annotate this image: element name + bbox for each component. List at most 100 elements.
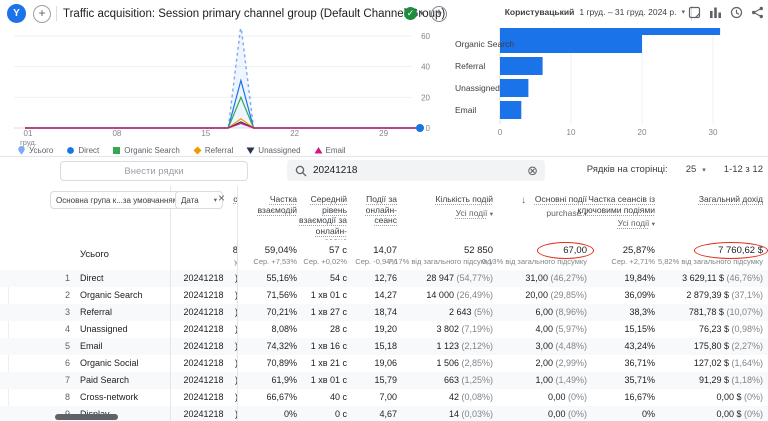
col-header-events-per-session[interactable]: Події за онлайн-сеанс <box>349 194 397 226</box>
charts-panel: 0 20 40 60 01 08 15 22 29 груд. 0 10 20 30 Organic Se… <box>0 28 768 156</box>
key-events-cell: 1,00 (1,49%) <box>535 375 587 385</box>
date-cell: 20241218 <box>183 409 224 419</box>
channel-cell: Referral <box>80 307 113 317</box>
search-field[interactable]: 20241218 ⊗ <box>287 160 545 181</box>
diamond-icon <box>193 146 202 154</box>
event-count-cell: 3 802 (7,19%) <box>436 324 493 334</box>
row-number: 5 <box>64 341 70 351</box>
col-header-engagement-rate[interactable]: Частка взаємодій <box>244 194 297 215</box>
date-range-label: 1 груд. – 31 груд. 2024 р. <box>579 7 677 17</box>
channel-cell: Email <box>80 341 103 351</box>
row-number: 6 <box>64 358 70 368</box>
chevron-down-icon: ▾ <box>681 9 685 16</box>
legend-item-усього[interactable]: Усього <box>17 145 53 155</box>
notes-icon[interactable] <box>688 6 701 19</box>
key-event-rate-cell: 0% <box>641 409 655 419</box>
table-row: 5 Email 20241218 ) 74,32% 1 хв 16 с 15,1… <box>0 338 768 355</box>
svg-text:0: 0 <box>426 124 431 133</box>
clock-icon[interactable] <box>730 6 743 19</box>
key-event-rate-cell: 15,15% <box>624 324 655 334</box>
add-tab-button[interactable]: + <box>33 5 51 23</box>
legend-item-unassigned[interactable]: Unassigned <box>246 146 301 155</box>
horizontal-scrollbar[interactable] <box>55 414 118 420</box>
dimension-filter-chip[interactable]: Основна група к...за умовчанням)▾ <box>50 191 180 209</box>
square-icon <box>113 146 121 154</box>
date-cell: 20241218 <box>183 358 224 368</box>
engagement-rate-cell: 74,32% <box>266 341 297 351</box>
line-series-direct <box>25 78 420 129</box>
event-count-cell: 1 506 (2,85%) <box>436 358 493 368</box>
events-per-session-cell: 19,20 <box>374 324 397 334</box>
channel-cell: Organic Search <box>80 290 143 300</box>
key-event-rate-cell: 36,71% <box>624 358 655 368</box>
search-value[interactable]: 20241218 <box>313 165 358 176</box>
add-comparison-button[interactable]: + <box>431 6 447 22</box>
col-header-key-events[interactable]: Основні події purchase ▾ <box>499 194 587 220</box>
saved-check-icon[interactable]: ✓ <box>404 7 417 20</box>
date-cell: 20241218 <box>183 324 224 334</box>
key-event-rate-cell: 16,67% <box>624 392 655 402</box>
date-cell: 20241218 <box>183 375 224 385</box>
chevron-down-icon[interactable]: ▾ <box>420 9 424 18</box>
bar-chart-icon[interactable] <box>709 6 722 19</box>
bar-label-referral: Referral <box>455 61 485 71</box>
event-count-cell: 42 (0,08%) <box>448 392 493 402</box>
table-row: 8 Cross-network 20241218 ) 66,67% 40 с 7… <box>0 389 768 406</box>
channel-cell: Organic Social <box>80 358 139 368</box>
events-per-session-cell: 14,27 <box>374 290 397 300</box>
legend-item-organic-search[interactable]: Organic Search <box>112 146 180 155</box>
table-row: 2 Organic Search 20241218 ) 71,56% 1 хв … <box>0 287 768 304</box>
session-key-event-rate-filter[interactable]: Усі події ▾ <box>575 218 655 231</box>
key-events-filter[interactable]: purchase ▾ <box>499 208 587 221</box>
table-row: 6 Organic Social 20241218 ) 70,89% 1 хв … <box>0 355 768 372</box>
legend-item-direct[interactable]: Direct <box>66 146 99 155</box>
svg-text:20: 20 <box>638 128 647 137</box>
events-per-session-cell: 15,79 <box>374 375 397 385</box>
events-per-session-cell: 15,18 <box>374 341 397 351</box>
line-end-marker <box>416 124 424 132</box>
avg-time-cell: 28 с <box>329 324 347 334</box>
svg-text:29: 29 <box>379 129 388 138</box>
remove-column-icon[interactable]: × <box>218 191 225 205</box>
event-count-cell: 2 643 (5%) <box>448 307 493 317</box>
col-header-avg-engagement-time[interactable]: Середній рівень взаємодії за онлайн-сеан… <box>299 194 347 247</box>
date-range-picker[interactable]: Користувацький 1 груд. – 31 груд. 2024 р… <box>505 7 685 17</box>
table-row: 3 Referral 20241218 ) 70,21% 1 хв 27 с 1… <box>0 304 768 321</box>
bar-unassigned <box>500 79 529 97</box>
col-header-total-revenue[interactable]: Загальний дохід <box>657 194 763 205</box>
svg-text:40: 40 <box>421 63 430 72</box>
property-avatar[interactable]: Y <box>7 4 26 23</box>
date-cell: 20241218 <box>183 307 224 317</box>
pagination-range: 1-12 з 12 <box>723 164 763 175</box>
legend-item-referral[interactable]: Referral <box>193 146 233 155</box>
rows-per-page-select[interactable]: 25 ▾ <box>686 164 706 175</box>
clear-search-icon[interactable]: ⊗ <box>527 163 538 179</box>
triangle-up-icon <box>314 146 323 153</box>
date-filter-chip[interactable]: Дата ▾ <box>175 191 223 209</box>
circle-icon <box>67 146 75 154</box>
svg-text:60: 60 <box>421 32 430 41</box>
legend-item-email[interactable]: Email <box>314 146 346 155</box>
date-cell: 20241218 <box>183 341 224 351</box>
avg-time-cell: 0 с <box>334 409 347 419</box>
share-icon[interactable] <box>751 6 764 19</box>
triangle-down-icon <box>246 147 255 154</box>
key-events-cell: 20,00 (29,85%) <box>525 290 587 300</box>
revenue-cell: 0,00 $ (0%) <box>716 392 763 402</box>
column-divider <box>237 186 238 421</box>
svg-text:10: 10 <box>567 128 576 137</box>
search-icon <box>295 164 307 182</box>
engagement-rate-cell: 70,21% <box>266 307 297 317</box>
key-event-rate-cell: 36,09% <box>624 290 655 300</box>
key-events-cell: 2,00 (2,99%) <box>535 358 587 368</box>
add-rows-button[interactable]: Внести рядки <box>60 161 248 181</box>
chart-legend: Усього Direct Organic Search Referral Unassi… <box>17 145 346 155</box>
events-per-session-cell: 18,74 <box>374 307 397 317</box>
col-header-event-count[interactable]: Кількість подій Усі події ▾ <box>399 194 493 220</box>
col-header-session-key-event-rate[interactable]: Частка сеансів із ключовими подіями Усі … <box>575 194 655 231</box>
svg-text:30: 30 <box>709 128 718 137</box>
channel-cell: Direct <box>80 273 104 283</box>
key-event-rate-cell: 43,24% <box>624 341 655 351</box>
svg-text:15: 15 <box>201 129 210 138</box>
event-count-filter[interactable]: Усі події ▾ <box>399 208 493 221</box>
